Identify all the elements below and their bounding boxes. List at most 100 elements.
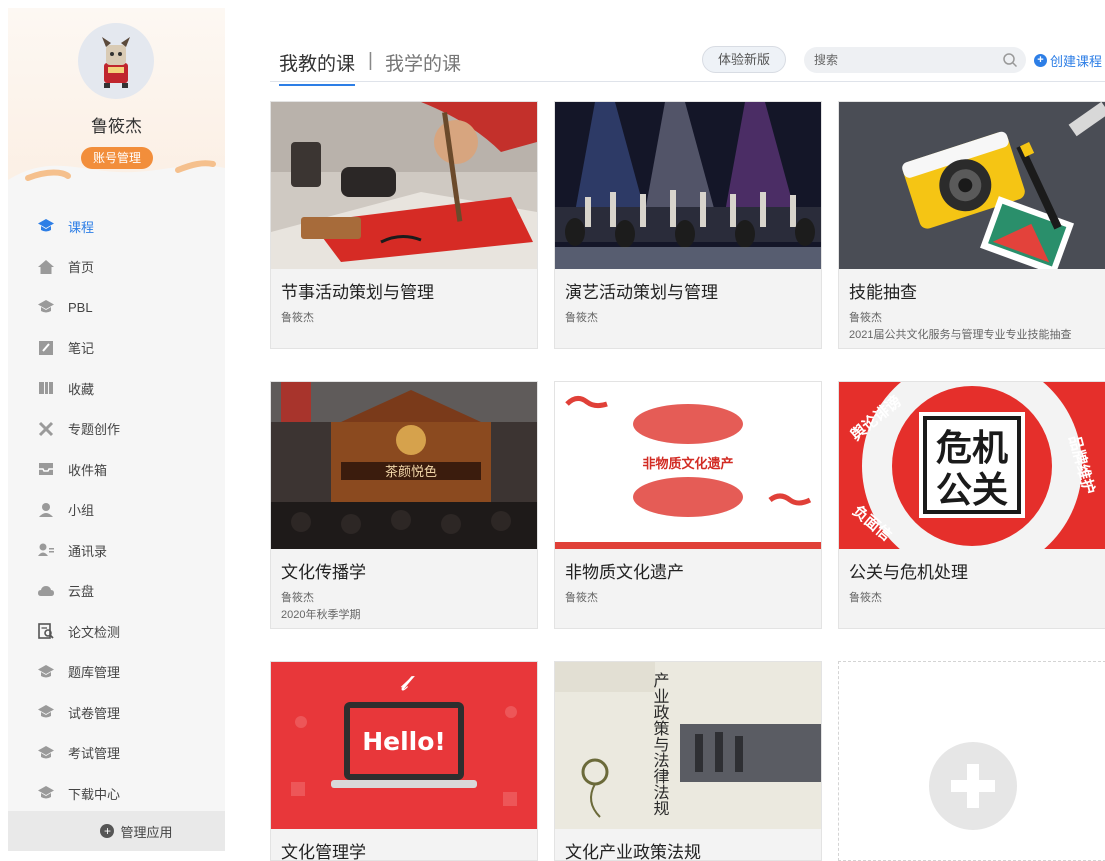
search-box [804, 47, 1026, 73]
course-subtitle: 2020年秋季学期 [281, 609, 361, 621]
search-icon[interactable] [1002, 52, 1018, 73]
sidebar-item-contacts[interactable]: 通讯录 [8, 530, 225, 571]
sidebar-item-topic-create[interactable]: 专题创作 [8, 409, 225, 450]
course-title[interactable]: 节事活动策划与管理 [281, 278, 434, 303]
course-tabs-bar: 我教的课 | 我学的课 体验新版 + 创建课程 [270, 40, 1105, 86]
manage-apps-button[interactable]: + 管理应用 [8, 811, 225, 851]
course-card[interactable]: 非物质文化遗产 非物质文化遗产 鲁筱杰 [554, 381, 822, 629]
tab-teaching-courses[interactable]: 我教的课 [279, 49, 356, 86]
notes-icon [36, 338, 56, 358]
cloud-drive-icon [36, 581, 56, 601]
download-center-icon [36, 783, 56, 803]
teahouse-sign-text: 茶颜悦色 [385, 464, 437, 480]
home-icon [36, 257, 56, 277]
sidebar-item-label: 题库管理 [68, 665, 121, 681]
course-teacher: 鲁筱杰 [281, 312, 314, 324]
course-thumbnail-camera [839, 102, 1105, 269]
course-card[interactable]: 危机 公关 品牌维护 舆论诽谤 负面信 公关与危机处理 鲁筱杰 [838, 381, 1105, 629]
course-thumbnail-stage [555, 102, 821, 269]
course-card[interactable]: 技能抽查 鲁筱杰 2021届公共文化服务与管理专业专业技能抽查 [838, 101, 1105, 349]
profile-wave-decoration [8, 160, 225, 188]
course-teacher: 鲁筱杰 [849, 592, 882, 604]
sidebar-item-label: 考试管理 [68, 746, 121, 762]
course-card[interactable]: 产业政策与法律法规 文化产业政策法规 [554, 661, 822, 861]
search-input[interactable] [804, 47, 994, 73]
exam-manage-icon [36, 743, 56, 763]
tab-separator: | [368, 50, 373, 71]
sidebar-item-download-center[interactable]: 下载中心 [8, 773, 225, 814]
create-course-label: 创建课程 [1050, 54, 1103, 69]
plus-circle-icon: + [1034, 54, 1047, 67]
sidebar-item-label: 小组 [68, 503, 95, 519]
sidebar-item-label: 通讯录 [68, 543, 108, 559]
sidebar-item-group[interactable]: 小组 [8, 490, 225, 531]
plus-circle-icon: + [100, 824, 115, 838]
sidebar: 鲁筱杰 账号管理 课程 首页 PBL 笔记 收藏 专题创作 收件箱 小组 通讯录… [8, 8, 225, 851]
tab-learning-courses[interactable]: 我学的课 [385, 49, 461, 76]
crisis-text-line2: 公关 [936, 470, 1008, 511]
question-bank-icon [36, 662, 56, 682]
exam-paper-icon [36, 702, 56, 722]
sidebar-item-inbox[interactable]: 收件箱 [8, 449, 225, 490]
sidebar-item-label: 论文检测 [68, 624, 121, 640]
heritage-thumb-title: 非物质文化遗产 [642, 456, 733, 472]
sidebar-item-home[interactable]: 首页 [8, 247, 225, 288]
course-title[interactable]: 非物质文化遗产 [565, 558, 684, 583]
sidebar-item-favorites[interactable]: 收藏 [8, 368, 225, 409]
course-title[interactable]: 文化管理学 [281, 838, 366, 860]
avatar[interactable] [78, 23, 154, 99]
course-title[interactable]: 技能抽查 [849, 278, 917, 303]
book-vertical-title: 产业政策与法律法规 [651, 672, 670, 816]
course-thumbnail-crisis-pr: 危机 公关 品牌维护 舆论诽谤 负面信 [839, 382, 1105, 549]
sidebar-item-cloud-drive[interactable]: 云盘 [8, 571, 225, 612]
add-course-card[interactable] [838, 661, 1105, 861]
profile-panel: 鲁筱杰 账号管理 [8, 8, 225, 188]
course-title[interactable]: 文化传播学 [281, 558, 366, 583]
sidebar-item-label: 下载中心 [68, 786, 121, 802]
course-teacher: 鲁筱杰 [281, 592, 314, 604]
course-title[interactable]: 演艺活动策划与管理 [565, 278, 718, 303]
crisis-text-line1: 危机 [936, 428, 1008, 469]
sidebar-item-label: 试卷管理 [68, 705, 121, 721]
pbl-icon [36, 297, 56, 317]
course-teacher: 鲁筱杰 [849, 312, 882, 324]
course-card[interactable]: 𝓁 Hello! 文化管理学 [270, 661, 538, 861]
sidebar-item-exam-manage[interactable]: 考试管理 [8, 733, 225, 774]
course-title[interactable]: 文化产业政策法规 [565, 838, 701, 860]
user-name: 鲁筱杰 [91, 117, 142, 136]
sidebar-item-paper-check[interactable]: 论文检测 [8, 611, 225, 652]
sidebar-item-notes[interactable]: 笔记 [8, 328, 225, 369]
add-course-plus-icon[interactable] [929, 742, 1017, 830]
sidebar-item-label: PBL [68, 299, 93, 315]
sidebar-item-label: 专题创作 [68, 422, 121, 438]
course-card[interactable]: 节事活动策划与管理 鲁筱杰 [270, 101, 538, 349]
course-title[interactable]: 公关与危机处理 [849, 558, 968, 583]
course-subtitle: 2021届公共文化服务与管理专业专业技能抽查 [849, 329, 1072, 341]
sidebar-item-label: 云盘 [68, 584, 95, 600]
sidebar-item-exam-paper[interactable]: 试卷管理 [8, 692, 225, 733]
sidebar-item-label: 笔记 [68, 341, 95, 357]
course-teacher: 鲁筱杰 [565, 312, 598, 324]
sidebar-item-pbl[interactable]: PBL [8, 287, 225, 328]
sidebar-item-question-bank[interactable]: 题库管理 [8, 652, 225, 693]
sidebar-item-course[interactable]: 课程 [8, 206, 225, 247]
try-new-version-button[interactable]: 体验新版 [702, 46, 786, 73]
course-thumbnail-hello: 𝓁 Hello! [271, 662, 537, 829]
course-thumbnail-calligraphy [271, 102, 537, 269]
paper-check-icon [36, 621, 56, 641]
sidebar-nav: 课程 首页 PBL 笔记 收藏 专题创作 收件箱 小组 通讯录 云盘 论文检测 … [8, 206, 225, 814]
manage-apps-label: 管理应用 [120, 824, 173, 840]
hello-thumb-text: Hello! [362, 727, 446, 756]
sidebar-item-label: 收件箱 [68, 462, 108, 478]
course-thumbnail-heritage: 非物质文化遗产 [555, 382, 821, 549]
course-thumbnail-teahouse: 茶颜悦色 [271, 382, 537, 549]
topic-create-icon [36, 419, 56, 439]
sidebar-item-label: 收藏 [68, 381, 95, 397]
course-card[interactable]: 演艺活动策划与管理 鲁筱杰 [554, 101, 822, 349]
create-course-button[interactable]: + 创建课程 [1034, 51, 1102, 70]
sidebar-item-label: 首页 [68, 260, 95, 276]
group-icon [36, 500, 56, 520]
course-teacher: 鲁筱杰 [565, 592, 598, 604]
course-card[interactable]: 茶颜悦色 文化传播学 鲁筱杰 2020年秋季学期 [270, 381, 538, 629]
inbox-icon [36, 459, 56, 479]
